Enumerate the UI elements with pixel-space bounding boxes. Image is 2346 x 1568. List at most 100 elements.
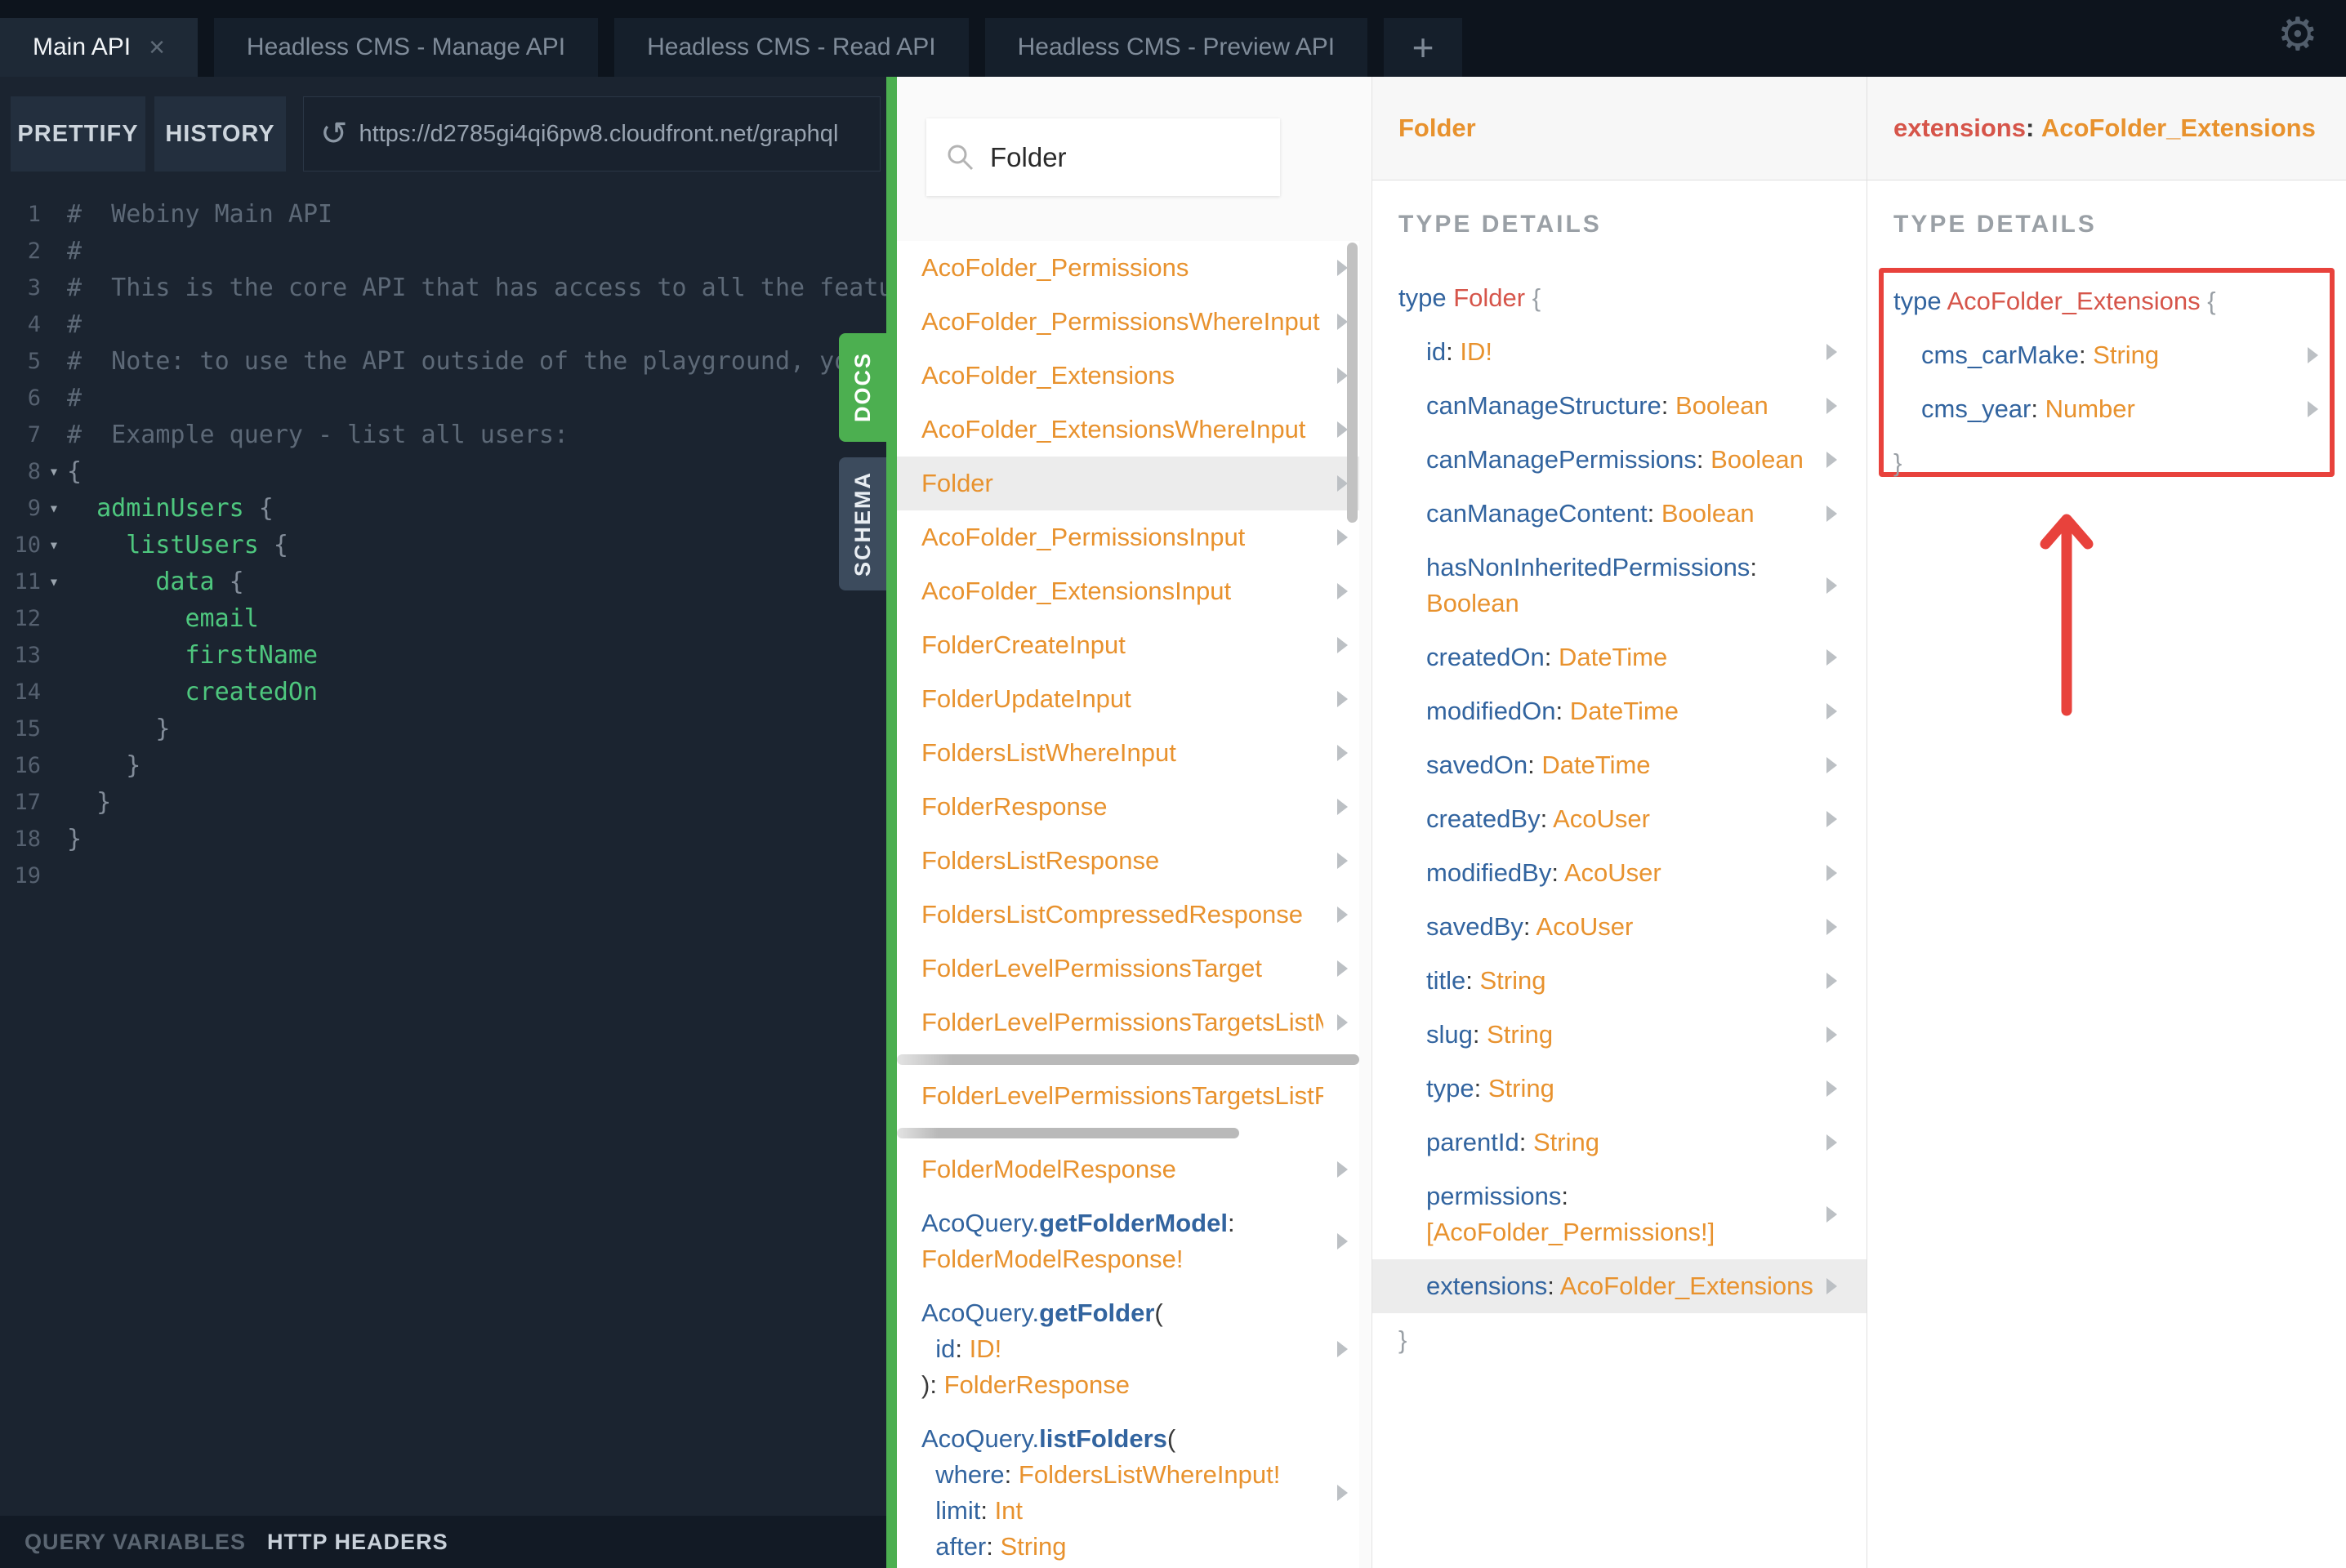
doc-row[interactable]: AcoFolder_ExtensionsWhereInput: [897, 403, 1359, 457]
doc-row[interactable]: canManageContent: Boolean: [1372, 487, 1867, 541]
doc-row[interactable]: title: String: [1372, 954, 1867, 1008]
history-button[interactable]: HISTORY: [154, 96, 286, 172]
docs-explorer-pane: AcoFolder_PermissionsAcoFolder_Permissio…: [897, 77, 1371, 1568]
doc-row[interactable]: FolderLevelPermissionsTargetsListMeta: [897, 996, 1359, 1049]
code-text: }: [67, 751, 141, 780]
doc-row[interactable]: FoldersListCompressedResponse: [897, 888, 1359, 942]
editor-line: 2 #: [0, 233, 886, 270]
chevron-right-icon: [1826, 1027, 1837, 1043]
query-editor[interactable]: 1 # Webiny Main API 2 #3 # This is the core …: [0, 196, 886, 1512]
doc-row[interactable]: createdOn: DateTime: [1372, 630, 1867, 684]
query-variables-tab[interactable]: QUERY VARIABLES: [25, 1530, 246, 1555]
horizontal-scrollbar-thumb[interactable]: [897, 1127, 1239, 1138]
fold-gutter: [41, 710, 67, 747]
doc-row[interactable]: modifiedBy: AcoUser: [1372, 846, 1867, 900]
doc-row[interactable]: FoldersListResponse: [897, 834, 1359, 888]
fold-arrow-icon[interactable]: ▾: [41, 490, 67, 527]
tab-bar: Main API × Headless CMS - Manage API Headle…: [0, 0, 2346, 77]
fold-arrow-icon[interactable]: ▾: [41, 453, 67, 490]
doc-row[interactable]: permissions: [AcoFolder_Permissions!]: [1372, 1169, 1867, 1259]
horizontal-scrollbar[interactable]: [897, 1123, 1359, 1143]
type-details-label: TYPE DETAILS: [1398, 211, 1602, 238]
horizontal-scrollbar[interactable]: [897, 1049, 1359, 1069]
docs-pane-divider[interactable]: [886, 77, 897, 1568]
doc-row[interactable]: Folder: [897, 457, 1359, 510]
editor-line: 11 ▾ data {: [0, 564, 886, 600]
doc-row[interactable]: AcoFolder_PermissionsWhereInput: [897, 295, 1359, 349]
line-number: 15: [14, 716, 41, 742]
doc-row[interactable]: canManagePermissions: Boolean: [1372, 433, 1867, 487]
doc-row[interactable]: canManageStructure: Boolean: [1372, 379, 1867, 433]
vertical-scrollbar[interactable]: [1347, 243, 1358, 523]
code-text: # Webiny Main API: [67, 200, 333, 229]
line-number: 6: [27, 385, 41, 411]
docs-tab[interactable]: DOCS: [839, 333, 886, 442]
tab-main-api[interactable]: Main API ×: [0, 18, 198, 77]
fold-gutter: [41, 306, 67, 343]
refresh-icon[interactable]: ↺: [320, 115, 348, 153]
chevron-right-icon: [2308, 347, 2318, 363]
annotation-arrow-icon: [2040, 514, 2094, 716]
doc-row[interactable]: hasNonInheritedPermissions: Boolean: [1372, 541, 1867, 630]
doc-row[interactable]: id: ID!: [1372, 325, 1867, 379]
line-number: 10: [14, 532, 41, 558]
doc-row[interactable]: createdBy: AcoUser: [1372, 792, 1867, 846]
doc-row[interactable]: slug: String: [1372, 1008, 1867, 1062]
docs-search-input[interactable]: [990, 141, 1337, 173]
doc-row[interactable]: cms_carMake: String: [1884, 328, 2330, 382]
doc-row[interactable]: savedBy: AcoUser: [1372, 900, 1867, 954]
line-number: 9: [27, 496, 41, 521]
doc-row[interactable]: AcoFolder_PermissionsInput: [897, 510, 1359, 564]
http-headers-tab[interactable]: HTTP HEADERS: [267, 1530, 448, 1555]
doc-row[interactable]: FolderUpdateInput: [897, 672, 1359, 726]
doc-row[interactable]: FolderResponse: [897, 780, 1359, 834]
doc-row[interactable]: extensions: AcoFolder_Extensions: [1372, 1259, 1867, 1313]
fold-gutter: [41, 196, 67, 233]
doc-row[interactable]: cms_year: Number: [1884, 382, 2330, 436]
chevron-right-icon: [1337, 1485, 1348, 1501]
doc-row[interactable]: FolderCreateInput: [897, 618, 1359, 672]
doc-row[interactable]: parentId: String: [1372, 1116, 1867, 1169]
settings-gear-icon[interactable]: ⚙: [2277, 11, 2318, 57]
new-tab-button[interactable]: +: [1384, 18, 1463, 77]
editor-line: 1 # Webiny Main API: [0, 196, 886, 233]
tab-headless-cms-read-api[interactable]: Headless CMS - Read API: [614, 18, 969, 77]
chevron-right-icon: [1826, 577, 1837, 594]
doc-row[interactable]: FoldersListWhereInput: [897, 726, 1359, 780]
doc-row[interactable]: AcoQuery.getFolderModel: FolderModelRespo…: [897, 1196, 1359, 1286]
doc-row[interactable]: AcoFolder_Permissions: [897, 241, 1359, 295]
horizontal-scrollbar-thumb[interactable]: [897, 1054, 1359, 1065]
schema-tab[interactable]: SCHEMA: [839, 457, 886, 590]
code-text: # This is the core API that has access t…: [67, 274, 886, 302]
chevron-right-icon: [1337, 637, 1348, 653]
chevron-right-icon: [1826, 344, 1837, 360]
doc-row[interactable]: AcoQuery.getFolder( id: ID!): FolderResp…: [897, 1286, 1359, 1412]
doc-row[interactable]: AcoFolder_Extensions: [897, 349, 1359, 403]
doc-row[interactable]: modifiedOn: DateTime: [1372, 684, 1867, 738]
doc-row[interactable]: FolderModelResponse: [897, 1143, 1359, 1196]
fold-arrow-icon[interactable]: ▾: [41, 527, 67, 564]
close-tab-icon[interactable]: ×: [149, 33, 165, 61]
folder-pane-title: Folder: [1398, 114, 1476, 142]
doc-row: }: [1398, 1325, 1407, 1354]
doc-row[interactable]: FolderLevelPermissionsTargetsListRespo: [897, 1069, 1359, 1123]
line-number: 2: [27, 238, 41, 264]
chevron-right-icon: [1826, 919, 1837, 935]
prettify-button[interactable]: PRETTIFY: [11, 96, 145, 172]
tab-headless-cms-manage-api[interactable]: Headless CMS - Manage API: [213, 18, 599, 77]
doc-row[interactable]: type: String: [1372, 1062, 1867, 1116]
editor-line: 9 ▾ adminUsers {: [0, 490, 886, 527]
doc-row[interactable]: AcoFolder_ExtensionsInput: [897, 564, 1359, 618]
doc-row[interactable]: savedOn: DateTime: [1372, 738, 1867, 792]
endpoint-url-input[interactable]: [359, 120, 880, 148]
line-number: 7: [27, 422, 41, 448]
editor-line: 4 #: [0, 306, 886, 343]
code-text: }: [67, 788, 112, 817]
doc-row[interactable]: AcoQuery.listFolders( where: FoldersList…: [897, 1412, 1359, 1568]
tab-label: Main API: [33, 33, 132, 60]
fold-gutter: [41, 270, 67, 306]
tab-headless-cms-preview-api[interactable]: Headless CMS - Preview API: [984, 18, 1368, 77]
chevron-right-icon: [1337, 960, 1348, 977]
fold-arrow-icon[interactable]: ▾: [41, 564, 67, 600]
doc-row[interactable]: FolderLevelPermissionsTarget: [897, 942, 1359, 996]
